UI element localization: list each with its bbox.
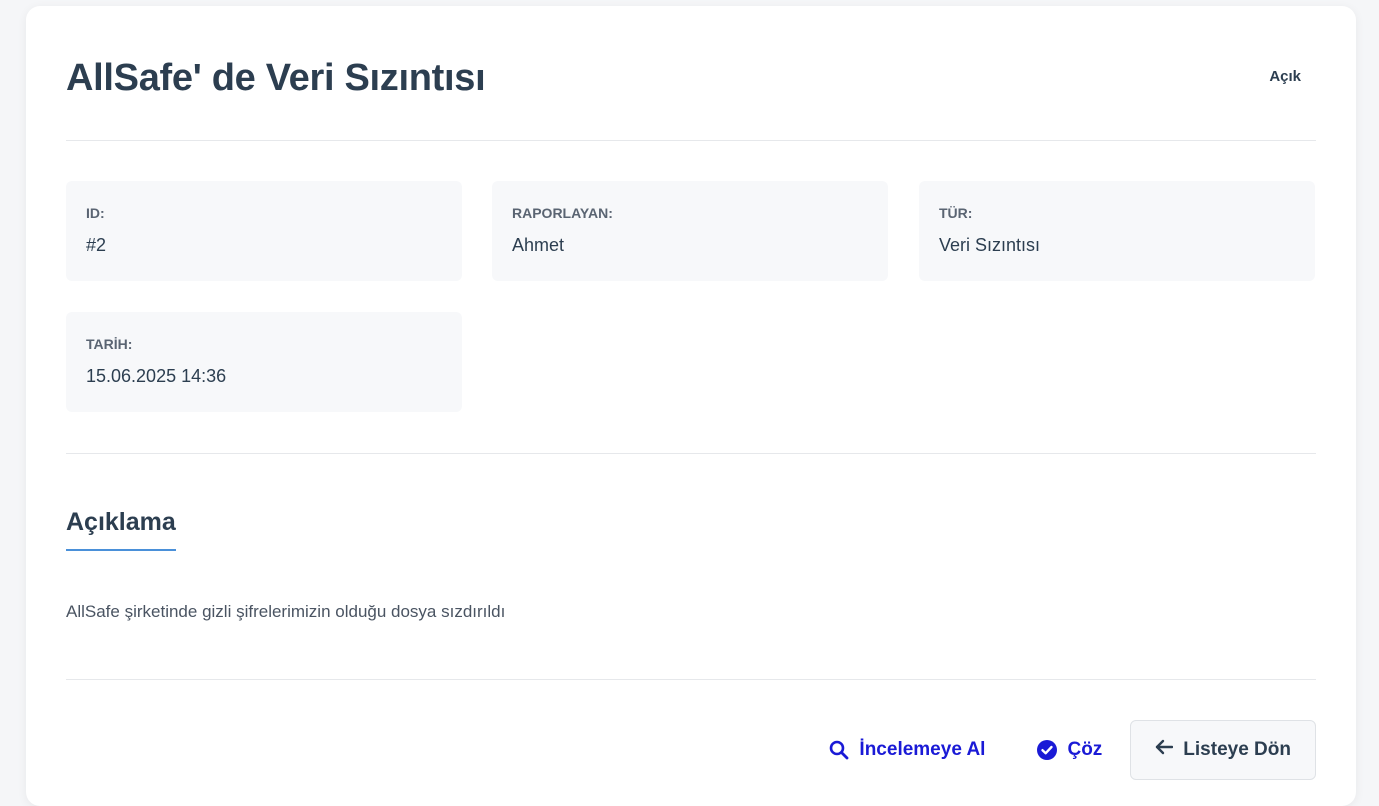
reporter-value: Ahmet [512, 235, 565, 255]
description-divider [66, 679, 1316, 680]
status-badge: Açık [1269, 68, 1301, 85]
investigate-button[interactable]: İncelemeye Al [803, 720, 1011, 780]
id-value: #2 [86, 235, 107, 255]
resolve-label: Çöz [1067, 739, 1103, 760]
date-value: 15.06.2025 14:36 [86, 366, 227, 386]
check-circle-icon [1037, 740, 1058, 760]
description-heading: Açıklama [66, 508, 176, 551]
resolve-button[interactable]: Çöz [1011, 720, 1130, 780]
header-divider [66, 140, 1316, 141]
type-value: Veri Sızıntısı [939, 235, 1041, 255]
info-box-id: ID: #2 [66, 181, 462, 281]
date-label: TARİH: [86, 336, 133, 352]
description-text: AllSafe şirketinde gizli şifrelerimizin … [66, 602, 506, 621]
id-label: ID: [86, 205, 105, 221]
type-label: TÜR: [939, 205, 973, 221]
info-box-reporter: RAPORLAYAN: Ahmet [492, 181, 888, 281]
action-bar: İncelemeye Al Çöz Listeye Dön [803, 720, 1316, 780]
investigate-label: İncelemeye Al [859, 739, 986, 760]
page-title: AllSafe' de Veri Sızıntısı [66, 57, 486, 99]
reporter-label: RAPORLAYAN: [512, 205, 613, 221]
info-box-date: TARİH: 15.06.2025 14:36 [66, 312, 462, 412]
incident-detail-card: AllSafe' de Veri Sızıntısı Açık ID: #2 R… [26, 6, 1356, 806]
back-label: Listeye Dön [1183, 739, 1291, 760]
arrow-left-icon [1155, 739, 1174, 761]
details-divider [66, 453, 1316, 454]
search-icon [829, 740, 849, 760]
incident-header: AllSafe' de Veri Sızıntısı Açık [66, 56, 1316, 106]
info-box-type: TÜR: Veri Sızıntısı [919, 181, 1315, 281]
back-to-list-button[interactable]: Listeye Dön [1130, 720, 1316, 780]
